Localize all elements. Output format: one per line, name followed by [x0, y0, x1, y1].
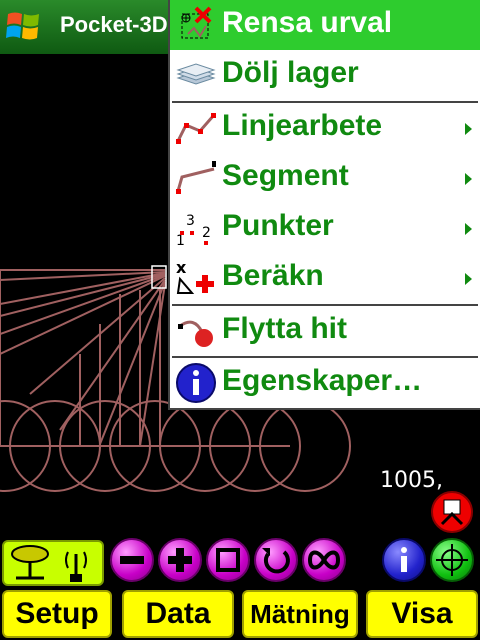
polyline-icon [176, 113, 216, 144]
svg-text:2: 2 [202, 225, 211, 241]
svg-text:x: x [176, 258, 187, 277]
calculate-icon: x [176, 258, 214, 294]
zoom-in-icon [168, 548, 192, 572]
toolbar [0, 536, 480, 588]
menu-item-dolj-lager[interactable]: Dölj lager [170, 50, 480, 100]
setup-softkey[interactable]: Setup [2, 590, 112, 638]
info-button[interactable] [382, 538, 426, 582]
menu-item-label: Segment [222, 159, 349, 192]
move-here-icon [178, 320, 213, 347]
clear-selection-icon [181, 6, 212, 39]
windows-logo-icon[interactable] [4, 6, 44, 46]
refresh-icon [262, 548, 290, 574]
gps-target-button[interactable] [430, 538, 474, 582]
zoom-all-icon [307, 550, 341, 570]
menu-item-label: Egenskaper… [222, 364, 423, 397]
menu-item-egenskaper[interactable]: Egenskaper… [170, 358, 480, 408]
zoom-window-button[interactable] [206, 538, 250, 582]
svg-text:1: 1 [176, 233, 185, 249]
zoom-all-button[interactable] [302, 538, 346, 582]
menu-item-punkter[interactable]: 1 3 2 Punkter [170, 203, 480, 253]
data-softkey[interactable]: Data [122, 590, 234, 638]
menu-item-linjearbete[interactable]: Linjearbete [170, 103, 480, 153]
matning-softkey[interactable]: Mätning [242, 590, 358, 638]
refresh-button[interactable] [254, 538, 298, 582]
points-icon: 1 3 2 [176, 213, 211, 249]
menu-item-label: Linjearbete [222, 109, 383, 142]
softkey-bar: Setup Data Mätning Visa [0, 588, 480, 640]
warning-person-icon[interactable] [430, 490, 474, 534]
menu-item-label: Dölj lager [222, 56, 359, 89]
segment-icon [176, 161, 216, 194]
zoom-window-icon [216, 548, 240, 572]
visa-softkey[interactable]: Visa [366, 590, 478, 638]
menu-item-label: Flytta hit [222, 312, 347, 345]
menu-item-berakn[interactable]: x Beräkn [170, 253, 480, 303]
info-icon [176, 363, 216, 403]
svg-text:3: 3 [186, 213, 195, 229]
menu-item-label: Beräkn [222, 259, 324, 292]
zoom-out-icon [120, 556, 144, 564]
zoom-in-button[interactable] [158, 538, 202, 582]
menu-item-label: Rensa urval [222, 6, 393, 39]
submenu-arrow-icon [465, 223, 472, 235]
menu-item-label: Punkter [222, 209, 334, 242]
menu-item-flytta-hit[interactable]: Flytta hit [170, 306, 480, 356]
submenu-arrow-icon [465, 123, 472, 135]
zoom-out-button[interactable] [110, 538, 154, 582]
submenu-arrow-icon [465, 273, 472, 285]
menu-item-segment[interactable]: Segment [170, 153, 480, 203]
submenu-arrow-icon [465, 173, 472, 185]
layers-icon [176, 63, 216, 85]
menu-item-rensa-urval[interactable]: Rensa urval [170, 0, 480, 50]
app-title: Pocket-3D [60, 12, 168, 37]
gps-target-icon [436, 544, 468, 576]
info-icon [401, 547, 407, 572]
context-menu: Rensa urval Dölj lager Linjearbete Segme… [168, 0, 480, 410]
